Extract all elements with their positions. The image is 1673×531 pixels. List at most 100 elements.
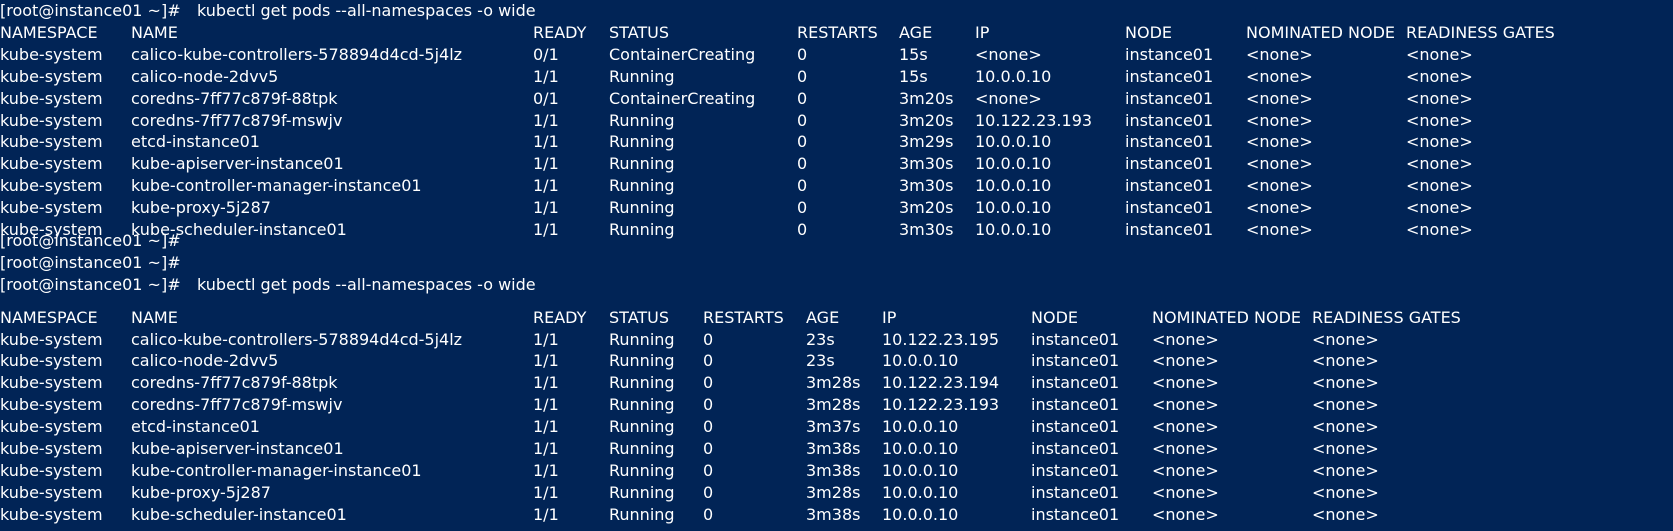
cell-ready: 1/1 bbox=[533, 198, 559, 218]
cell-restarts: 0 bbox=[703, 439, 714, 458]
cell-readiness-gates: <none> bbox=[1406, 154, 1473, 174]
cell-node: instance01 bbox=[1031, 417, 1120, 437]
cell-ready: 1/1 bbox=[533, 110, 559, 130]
empty-prompt-line: [root@instance01 ~]# bbox=[0, 230, 1673, 252]
cell-namespace: kube-system bbox=[0, 351, 103, 371]
cell-namespace: kube-system bbox=[0, 482, 103, 502]
cell-name: calico-node-2dvv5 bbox=[131, 66, 279, 86]
cell-status: Running bbox=[609, 460, 675, 480]
table-row: kube-system etcd-instance01 1/1 Running 0 3m3… bbox=[0, 416, 1673, 438]
cell-namespace: kube-system bbox=[0, 395, 103, 415]
cell-restarts: 0 bbox=[797, 44, 808, 64]
cell-nominated-node: <none> bbox=[1152, 417, 1219, 437]
table-header-row: NAMESPACE NAME READY STATUS RESTARTS AGE IP NOD… bbox=[0, 22, 1673, 44]
cell-status: ContainerCreating bbox=[609, 44, 756, 64]
cell-ready: 0/1 bbox=[533, 88, 559, 108]
header-nominated-node: NOMINATED NODE bbox=[1152, 307, 1302, 327]
cell-name: kube-controller-manager-instance01 bbox=[131, 176, 422, 196]
cell-ip: <none> bbox=[975, 44, 1042, 64]
cell-nominated-node: <none> bbox=[1152, 373, 1219, 393]
cell-age: 3m38s bbox=[806, 504, 861, 524]
cell-node: instance01 bbox=[1031, 373, 1120, 393]
header-node: NODE bbox=[1031, 307, 1078, 327]
cell-namespace: kube-system bbox=[0, 88, 103, 108]
header-age: AGE bbox=[899, 22, 933, 42]
header-readiness-gates: READINESS GATES bbox=[1312, 307, 1461, 327]
cell-age: 3m38s bbox=[806, 460, 861, 480]
table-row: kube-system calico-node-2dvv5 1/1 Running 0 1… bbox=[0, 66, 1673, 88]
cell-node: instance01 bbox=[1125, 66, 1214, 86]
cell-ip: 10.0.0.10 bbox=[975, 198, 1052, 218]
cell-ready: 1/1 bbox=[533, 373, 559, 393]
cell-restarts: 0 bbox=[703, 504, 714, 524]
command-line: [root@instance01 ~]# kubectl get pods --… bbox=[0, 0, 1673, 22]
command-text: kubectl get pods --all-namespaces -o wid… bbox=[197, 1, 536, 20]
prompt: [root@instance01 ~]# bbox=[0, 1, 181, 20]
cell-namespace: kube-system bbox=[0, 176, 103, 196]
cell-ready: 1/1 bbox=[533, 351, 559, 371]
cell-name: kube-proxy-5j287 bbox=[131, 198, 271, 218]
cell-name: kube-scheduler-instance01 bbox=[131, 504, 347, 524]
cell-ip: 10.0.0.10 bbox=[975, 154, 1052, 174]
cell-nominated-node: <none> bbox=[1152, 482, 1219, 502]
cell-readiness-gates: <none> bbox=[1312, 460, 1379, 480]
cell-restarts: 0 bbox=[797, 88, 808, 108]
header-ready: READY bbox=[533, 22, 587, 42]
header-ip: IP bbox=[882, 307, 897, 327]
header-readiness-gates: READINESS GATES bbox=[1406, 22, 1555, 42]
cell-name: etcd-instance01 bbox=[131, 132, 260, 152]
cell-status: Running bbox=[609, 482, 675, 502]
cell-ready: 1/1 bbox=[533, 66, 559, 86]
cell-readiness-gates: <none> bbox=[1312, 395, 1379, 415]
table-row: kube-system kube-apiserver-instance01 1/1 R… bbox=[0, 153, 1673, 175]
cell-node: instance01 bbox=[1031, 329, 1120, 349]
cell-namespace: kube-system bbox=[0, 439, 103, 458]
header-restarts: RESTARTS bbox=[703, 307, 784, 327]
cell-namespace: kube-system bbox=[0, 329, 103, 349]
cell-restarts: 0 bbox=[797, 154, 808, 174]
cell-ip: 10.0.0.10 bbox=[882, 439, 959, 458]
cell-status: Running bbox=[609, 176, 675, 196]
cell-age: 3m28s bbox=[806, 373, 861, 393]
cell-namespace: kube-system bbox=[0, 373, 103, 393]
cell-age: 3m30s bbox=[899, 176, 954, 196]
cell-ready: 1/1 bbox=[533, 154, 559, 174]
table-row: kube-system kube-apiserver-instance01 1/1 R… bbox=[0, 438, 1673, 460]
cell-name: coredns-7ff77c879f-mswjv bbox=[131, 395, 343, 415]
cell-name: kube-apiserver-instance01 bbox=[131, 439, 344, 458]
cell-namespace: kube-system bbox=[0, 154, 103, 174]
cell-ready: 1/1 bbox=[533, 329, 559, 349]
cell-ready: 1/1 bbox=[533, 482, 559, 502]
cell-status: Running bbox=[609, 373, 675, 393]
cell-readiness-gates: <none> bbox=[1312, 482, 1379, 502]
cell-name: etcd-instance01 bbox=[131, 417, 260, 437]
cell-nominated-node: <none> bbox=[1152, 439, 1219, 458]
empty-prompt-line: [root@instance01 ~]# bbox=[0, 252, 1673, 274]
header-namespace: NAMESPACE bbox=[0, 307, 98, 327]
cell-node: instance01 bbox=[1031, 351, 1120, 371]
cell-ip: 10.0.0.10 bbox=[975, 132, 1052, 152]
cell-ip: 10.0.0.10 bbox=[882, 482, 959, 502]
cell-namespace: kube-system bbox=[0, 198, 103, 218]
cell-age: 23s bbox=[806, 329, 835, 349]
cell-namespace: kube-system bbox=[0, 504, 103, 524]
table-row: kube-system kube-scheduler-instance01 1/1 R… bbox=[0, 504, 1673, 526]
table-row: kube-system kube-proxy-5j287 1/1 Running 0 3m… bbox=[0, 197, 1673, 219]
cell-ip: <none> bbox=[975, 88, 1042, 108]
table-row: kube-system calico-kube-controllers-57889… bbox=[0, 44, 1673, 66]
cell-nominated-node: <none> bbox=[1152, 395, 1219, 415]
cell-readiness-gates: <none> bbox=[1312, 417, 1379, 437]
cell-namespace: kube-system bbox=[0, 44, 103, 64]
header-name: NAME bbox=[131, 22, 178, 42]
terminal-window[interactable]: [root@instance01 ~]# kubectl get pods --… bbox=[0, 0, 1673, 531]
header-namespace: NAMESPACE bbox=[0, 22, 98, 42]
table-row: kube-system coredns-7ff77c879f-mswjv 1/1 Ru… bbox=[0, 110, 1673, 132]
header-nominated-node: NOMINATED NODE bbox=[1246, 22, 1396, 42]
cell-namespace: kube-system bbox=[0, 132, 103, 152]
header-ready: READY bbox=[533, 307, 587, 327]
table-row: kube-system coredns-7ff77c879f-88tpk 0/1 Co… bbox=[0, 88, 1673, 110]
cell-restarts: 0 bbox=[797, 176, 808, 196]
prompt: [root@instance01 ~]# bbox=[0, 274, 181, 294]
cell-restarts: 0 bbox=[797, 198, 808, 218]
cell-status: Running bbox=[609, 417, 675, 437]
